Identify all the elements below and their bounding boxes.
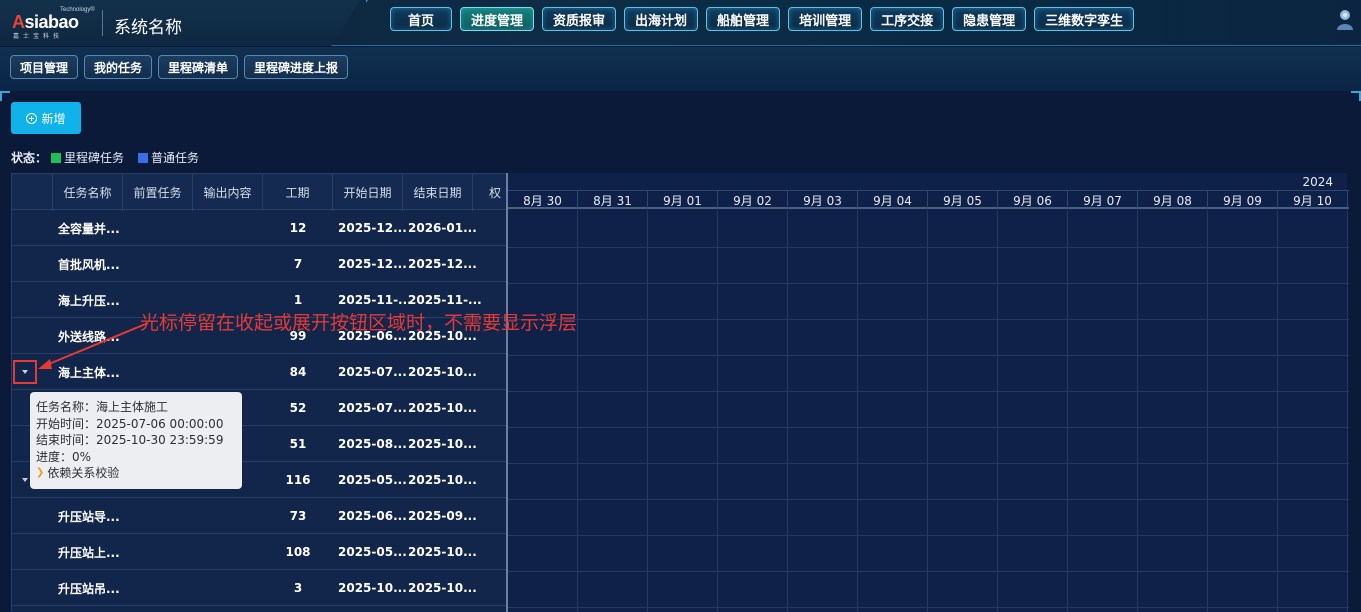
brand-divider <box>102 10 103 36</box>
logo-wordmark: Asiabao <box>12 12 79 33</box>
main-content: 新增 状态： 里程碑任务 普通任务 任务名称 前置任务 输出内容 工期 开始日期… <box>0 91 1361 612</box>
user-avatar-icon[interactable] <box>1335 8 1355 32</box>
nav-tab-6[interactable]: 工序交接 <box>870 7 945 31</box>
top-header: Technology® Asiabao 嘉士宝科技 系统名称 首页 进度管理 资质报… <box>0 0 1361 46</box>
nav-tab-5[interactable]: 培训管理 <box>788 7 863 31</box>
logo-subtitle: 嘉士宝科技 <box>13 34 64 40</box>
nav-tab-3[interactable]: 出海计划 <box>624 7 699 31</box>
nav-tab-1[interactable]: 进度管理 <box>460 7 535 31</box>
company-logo: Technology® Asiabao 嘉士宝科技 <box>12 7 95 40</box>
logo-letters: siabao <box>24 12 80 32</box>
subnav-tab-2[interactable]: 里程碑清单 <box>158 55 239 79</box>
logo-letter-a: A <box>12 12 25 32</box>
nav-tab-2[interactable]: 资质报审 <box>542 7 617 31</box>
subnav-tab-0[interactable]: 项目管理 <box>10 55 79 79</box>
system-name: 系统名称 <box>114 18 182 37</box>
sub-navigation-bar: 项目管理 我的任务 里程碑清单 里程碑进度上报 <box>0 47 1361 91</box>
subnav-tab-3[interactable]: 里程碑进度上报 <box>244 55 349 79</box>
annotation-arrow <box>38 322 149 369</box>
nav-tab-7[interactable]: 隐患管理 <box>952 7 1027 31</box>
subnav-tab-1[interactable]: 我的任务 <box>84 55 153 79</box>
nav-tab-8[interactable]: 三维数字孪生 <box>1034 7 1135 31</box>
top-navigation: 首页 进度管理 资质报审 出海计划 船舶管理 培训管理 工序交接 隐患管理 三维数字孪生 <box>390 7 1135 31</box>
nav-tab-0[interactable]: 首页 <box>390 7 452 31</box>
sub-navigation: 项目管理 我的任务 里程碑清单 里程碑进度上报 <box>10 55 349 79</box>
nav-tab-4[interactable]: 船舶管理 <box>706 7 781 31</box>
